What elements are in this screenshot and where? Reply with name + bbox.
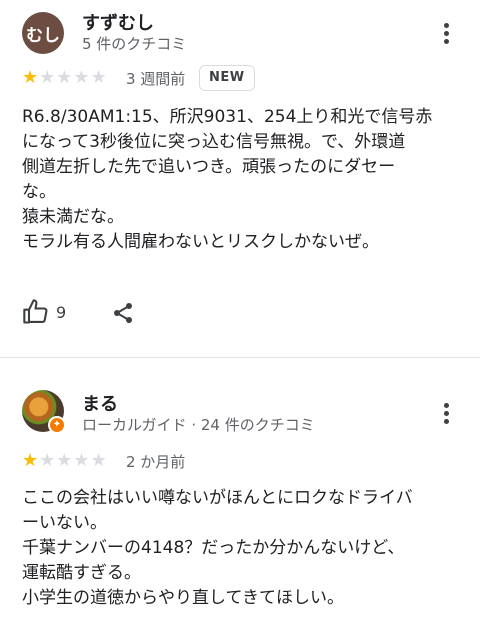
avatar-initials: むし bbox=[26, 25, 60, 46]
more-options-button[interactable] bbox=[434, 19, 458, 47]
star-icon: ★ bbox=[39, 450, 56, 471]
avatar[interactable]: むし bbox=[22, 12, 64, 54]
local-guide-badge-icon: ✦ bbox=[48, 416, 66, 434]
review-text-line: になって3秒後位に突っ込む信号無視。で、外環道 bbox=[22, 132, 406, 152]
star-icon: ★ bbox=[73, 67, 90, 88]
more-options-button[interactable] bbox=[434, 399, 458, 427]
review-text-line: モラル有る人間雇わないとリスクしかないぜ。 bbox=[22, 232, 379, 252]
new-badge: NEW bbox=[199, 65, 255, 91]
star-icon: ★ bbox=[39, 67, 56, 88]
star-rating: ★ ★ ★ ★ ★ bbox=[22, 452, 107, 470]
review-actions: 9 bbox=[22, 298, 66, 326]
review-card: ✦ まる ローカルガイド · 24 件のクチコミ ★ ★ ★ ★ ★ 2 か月前… bbox=[0, 358, 480, 633]
star-icon: ★ bbox=[56, 67, 73, 88]
review-text-line: な。 bbox=[22, 182, 56, 202]
more-vert-icon bbox=[443, 22, 449, 28]
more-vert-dot bbox=[443, 418, 449, 424]
review-text-line: 猿未満だな。 bbox=[22, 207, 124, 227]
reviewer-name[interactable]: まる bbox=[82, 390, 118, 416]
review-text-line: 小学生の道徳からやり直してきてほしい。 bbox=[22, 588, 344, 608]
review-text: R6.8/30AM1:15、所沢9031、254上り和光で信号赤 になって3秒後… bbox=[22, 105, 432, 255]
review-card: むし すずむし 5 件のクチコミ ★ ★ ★ ★ ★ 3 週間前 NEW R6.… bbox=[0, 0, 480, 356]
like-count: 9 bbox=[56, 302, 67, 322]
star-rating: ★ ★ ★ ★ ★ bbox=[22, 69, 107, 87]
review-date: 3 週間前 bbox=[126, 70, 186, 88]
review-text: ここの会社はいい噂ないがほんとにロクなドライバ ーいない。 千葉ナンバーの414… bbox=[22, 486, 413, 611]
like-button[interactable]: 9 bbox=[22, 298, 66, 326]
star-icon: ★ bbox=[56, 450, 73, 471]
more-vert-dot bbox=[443, 30, 449, 36]
star-icon: ★ bbox=[22, 450, 39, 471]
more-vert-dot bbox=[443, 38, 449, 44]
reviewer-name[interactable]: すずむし bbox=[82, 9, 154, 35]
review-text-line: 運転酷すぎる。 bbox=[22, 563, 141, 583]
review-text-line: ーいない。 bbox=[22, 513, 107, 533]
more-vert-dot bbox=[443, 410, 449, 416]
share-icon bbox=[114, 303, 132, 323]
review-text-line: 千葉ナンバーの4148？だったか分かんないけど、 bbox=[22, 538, 405, 558]
thumb-up-icon bbox=[23, 299, 48, 324]
star-icon: ★ bbox=[90, 67, 107, 88]
star-icon: ★ bbox=[73, 450, 90, 471]
share-button[interactable] bbox=[111, 301, 135, 329]
review-text-line: ここの会社はいい噂ないがほんとにロクなドライバ bbox=[22, 488, 413, 508]
review-date: 2 か月前 bbox=[126, 453, 186, 471]
star-icon: ★ bbox=[22, 67, 39, 88]
reviewer-meta: ローカルガイド · 24 件のクチコミ bbox=[82, 416, 315, 434]
reviewer-meta: 5 件のクチコミ bbox=[82, 35, 187, 53]
review-text-line: 側道左折した先で追いつき。頑張ったのにダセー bbox=[22, 157, 396, 177]
review-text-line: R6.8/30AM1:15、所沢9031、254上り和光で信号赤 bbox=[22, 107, 433, 127]
more-vert-icon bbox=[443, 402, 449, 408]
star-icon: ★ bbox=[90, 450, 107, 471]
